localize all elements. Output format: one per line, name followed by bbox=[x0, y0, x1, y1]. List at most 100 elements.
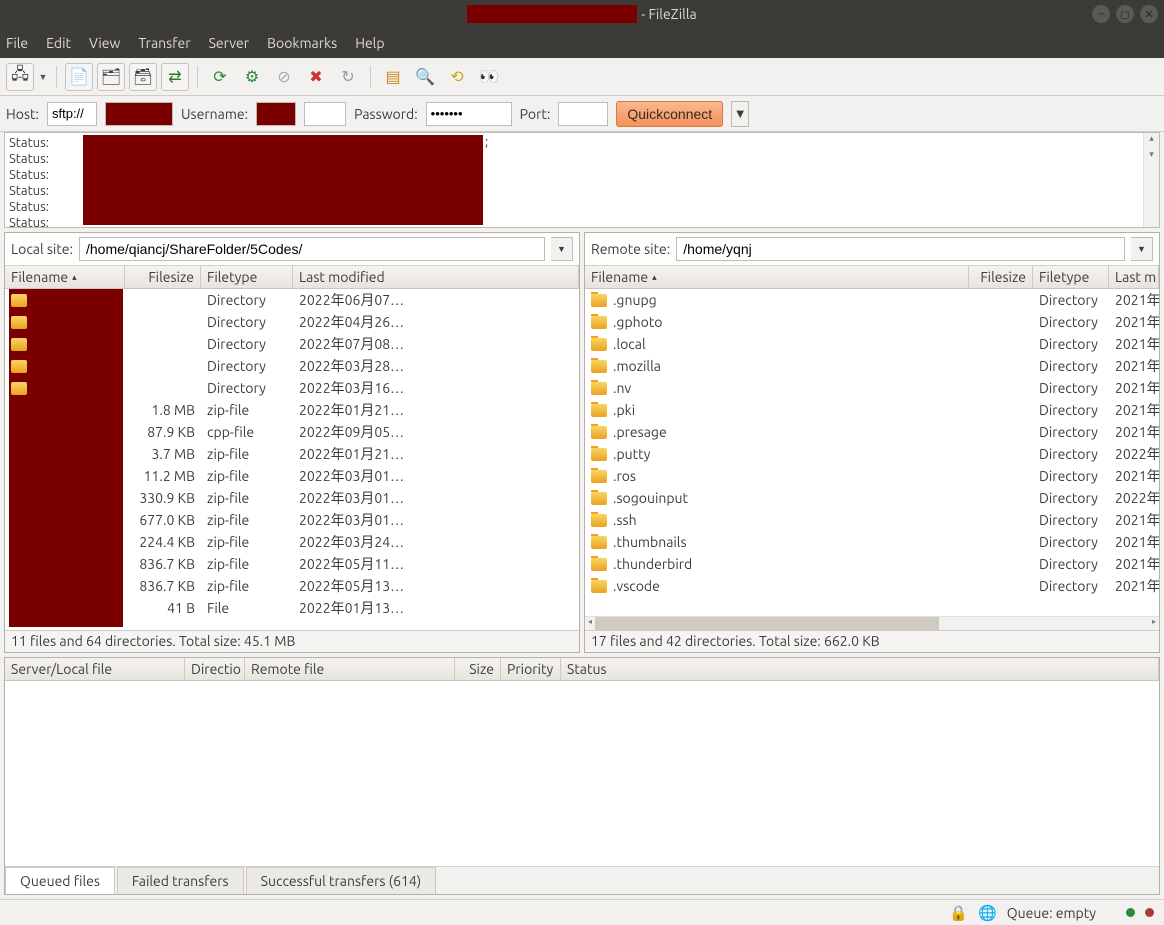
menu-server[interactable]: Server bbox=[209, 35, 250, 51]
remote-file-list[interactable]: .gnupgDirectory2021年.gphotoDirectory2021… bbox=[585, 289, 1159, 616]
tab-queued-files[interactable]: Queued files bbox=[5, 867, 115, 894]
site-manager-icon[interactable]: 🖧 bbox=[6, 63, 34, 91]
username-input-tail[interactable] bbox=[304, 102, 346, 126]
list-item[interactable]: .nvDirectory2021年 bbox=[585, 377, 1159, 399]
col-lastmodified[interactable]: Last m bbox=[1109, 266, 1159, 288]
toggle-local-tree-icon[interactable]: 🗂 bbox=[97, 63, 125, 91]
activity-led-upload-icon bbox=[1145, 908, 1154, 917]
remote-site-path[interactable] bbox=[676, 237, 1125, 261]
filetype-cell: zip-file bbox=[201, 578, 293, 594]
lastmodified-cell: 2022年01月13… bbox=[293, 598, 579, 618]
log-scrollbar[interactable]: ▴ ▾ bbox=[1143, 133, 1159, 227]
local-site-dropdown[interactable]: ▼ bbox=[551, 237, 573, 261]
maximize-button[interactable]: ◻ bbox=[1116, 5, 1134, 23]
list-item[interactable]: .rosDirectory2021年 bbox=[585, 465, 1159, 487]
filetype-cell: Directory bbox=[1033, 490, 1109, 506]
filename-cell: .mozilla bbox=[613, 358, 661, 374]
local-site-path[interactable] bbox=[79, 237, 545, 261]
list-item[interactable]: .pkiDirectory2021年 bbox=[585, 399, 1159, 421]
minimize-button[interactable]: – bbox=[1092, 5, 1110, 23]
password-input[interactable] bbox=[426, 102, 512, 126]
port-input[interactable] bbox=[558, 102, 608, 126]
sync-browse-icon[interactable]: ⟲ bbox=[443, 63, 471, 91]
cancel-icon[interactable]: ⊘ bbox=[270, 63, 298, 91]
folder-icon bbox=[11, 316, 27, 329]
quickconnect-history-dropdown[interactable]: ▼ bbox=[731, 101, 749, 127]
col-filename[interactable]: Filename▴ bbox=[5, 266, 125, 288]
lastmodified-cell: 2021年 bbox=[1109, 554, 1159, 574]
list-item[interactable]: .thunderbirdDirectory2021年 bbox=[585, 553, 1159, 575]
col-filetype[interactable]: Filetype bbox=[1033, 266, 1109, 288]
qcol-status[interactable]: Status bbox=[561, 658, 1159, 680]
process-queue-icon[interactable]: ⚙ bbox=[238, 63, 266, 91]
local-file-list[interactable]: Directory2022年06月07…Directory2022年04月26…… bbox=[5, 289, 579, 630]
filetype-cell: zip-file bbox=[201, 512, 293, 528]
filter-icon[interactable]: ▤ bbox=[379, 63, 407, 91]
menu-transfer[interactable]: Transfer bbox=[138, 35, 190, 51]
filename-cell: .sogouinput bbox=[613, 490, 688, 506]
filetype-cell: Directory bbox=[1033, 402, 1109, 418]
network-globe-icon[interactable]: 🌐 bbox=[978, 904, 997, 922]
local-site-label: Local site: bbox=[11, 241, 73, 257]
host-label: Host: bbox=[6, 106, 39, 122]
toggle-log-icon[interactable]: 📄 bbox=[65, 63, 93, 91]
col-filesize[interactable]: Filesize bbox=[969, 266, 1033, 288]
filetype-cell: Directory bbox=[1033, 380, 1109, 396]
filesize-cell: 330.9 KB bbox=[125, 490, 201, 506]
list-item[interactable]: .presageDirectory2021年 bbox=[585, 421, 1159, 443]
col-lastmodified[interactable]: Last modified bbox=[293, 266, 579, 288]
col-filesize[interactable]: Filesize bbox=[125, 266, 201, 288]
site-manager-dropdown[interactable]: ▼ bbox=[38, 63, 48, 91]
lastmodified-cell: 2021年 bbox=[1109, 422, 1159, 442]
scroll-down-icon[interactable]: ▾ bbox=[1144, 149, 1159, 165]
tab-successful-transfers[interactable]: Successful transfers (614) bbox=[246, 867, 437, 894]
window-title: - FileZilla bbox=[641, 6, 696, 22]
toggle-remote-tree-icon[interactable]: 🗃 bbox=[129, 63, 157, 91]
menu-file[interactable]: File bbox=[6, 35, 28, 51]
refresh-icon[interactable]: ⟳ bbox=[206, 63, 234, 91]
host-input-prefix[interactable] bbox=[47, 102, 97, 126]
remote-site-dropdown[interactable]: ▼ bbox=[1131, 237, 1153, 261]
list-item[interactable]: .puttyDirectory2022年 bbox=[585, 443, 1159, 465]
qcol-server-local[interactable]: Server/Local file bbox=[5, 658, 185, 680]
list-item[interactable]: .thumbnailsDirectory2021年 bbox=[585, 531, 1159, 553]
list-item[interactable]: .localDirectory2021年 bbox=[585, 333, 1159, 355]
list-item[interactable]: .gphotoDirectory2021年 bbox=[585, 311, 1159, 333]
col-filename[interactable]: Filename▴ bbox=[585, 266, 969, 288]
list-item[interactable]: .gnupgDirectory2021年 bbox=[585, 289, 1159, 311]
qcol-priority[interactable]: Priority bbox=[501, 658, 561, 680]
lastmodified-cell: 2021年 bbox=[1109, 576, 1159, 596]
quickconnect-button[interactable]: Quickconnect bbox=[616, 101, 723, 127]
compare-icon[interactable]: 🔍 bbox=[411, 63, 439, 91]
menu-edit[interactable]: Edit bbox=[46, 35, 71, 51]
menu-bookmarks[interactable]: Bookmarks bbox=[267, 35, 337, 51]
remote-horizontal-scrollbar[interactable]: ◂ ▸ bbox=[585, 616, 1159, 630]
lastmodified-cell: 2022年07月08… bbox=[293, 334, 579, 354]
log-status-label: Status: bbox=[9, 216, 79, 230]
close-button[interactable]: ✕ bbox=[1140, 5, 1158, 23]
list-item[interactable]: .sshDirectory2021年 bbox=[585, 509, 1159, 531]
toggle-queue-icon[interactable]: ⇄ bbox=[161, 63, 189, 91]
list-item[interactable]: .vscodeDirectory2021年 bbox=[585, 575, 1159, 597]
encryption-lock-icon[interactable]: 🔒 bbox=[949, 904, 968, 922]
scroll-up-icon[interactable]: ▴ bbox=[1144, 133, 1159, 149]
list-item[interactable]: .mozillaDirectory2021年 bbox=[585, 355, 1159, 377]
tab-failed-transfers[interactable]: Failed transfers bbox=[117, 867, 244, 894]
qcol-remote[interactable]: Remote file bbox=[245, 658, 455, 680]
list-item[interactable]: .sogouinputDirectory2022年 bbox=[585, 487, 1159, 509]
qcol-size[interactable]: Size bbox=[455, 658, 501, 680]
lastmodified-cell: 2021年 bbox=[1109, 510, 1159, 530]
col-filetype[interactable]: Filetype bbox=[201, 266, 293, 288]
queue-body[interactable] bbox=[5, 681, 1159, 866]
reconnect-icon[interactable]: ↻ bbox=[334, 63, 362, 91]
disconnect-icon[interactable]: ✖ bbox=[302, 63, 330, 91]
search-icon[interactable]: 👀 bbox=[475, 63, 503, 91]
folder-icon bbox=[591, 338, 607, 351]
menu-help[interactable]: Help bbox=[355, 35, 384, 51]
qcol-direction[interactable]: Directio bbox=[185, 658, 245, 680]
folder-icon bbox=[591, 316, 607, 329]
lastmodified-cell: 2022年03月28… bbox=[293, 356, 579, 376]
menu-view[interactable]: View bbox=[89, 35, 120, 51]
host-input-redacted[interactable] bbox=[105, 102, 173, 126]
username-input-redacted[interactable] bbox=[256, 102, 296, 126]
